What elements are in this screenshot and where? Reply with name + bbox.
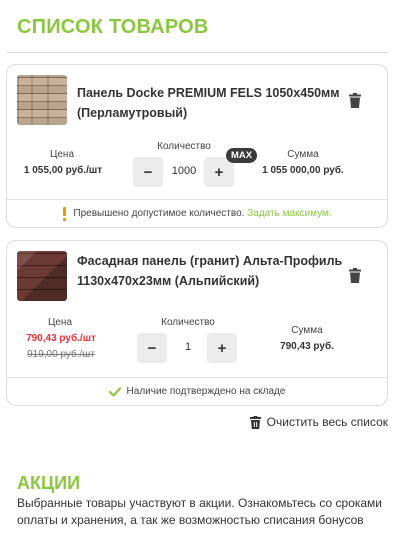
stock-confirmation: Наличие подтверждено на складе <box>7 377 387 405</box>
sum-value: 790,43 руб. <box>280 341 334 352</box>
promo-title: АКЦИИ <box>17 473 81 493</box>
price-label: Цена <box>49 149 75 160</box>
sum-label: Сумма <box>291 325 323 336</box>
trash-icon[interactable] <box>349 268 361 283</box>
sum-value: 1 055 000,00 руб. <box>262 165 344 176</box>
sale-price-value: 790,43 руб./шт <box>26 333 96 344</box>
page-title: СПИСОК ТОВАРОВ <box>17 16 209 38</box>
decrease-quantity-button[interactable]: − <box>137 333 167 363</box>
title-divider <box>6 52 388 53</box>
quantity-warning: Превышено допустимое количество. Задать … <box>7 199 387 227</box>
old-price-value: 919,00 руб./шт <box>27 349 95 360</box>
set-maximum-link[interactable]: Задать максимум. <box>247 208 331 219</box>
trash-icon <box>249 415 261 429</box>
promo-description: Выбранные товары участвуют в акции. Озна… <box>17 496 383 527</box>
cart-item: Фасадная панель (гранит) Альта-Профиль 1… <box>6 240 388 406</box>
stock-text: Наличие подтверждено на складе <box>126 386 286 397</box>
product-title[interactable]: Панель Docke PREMIUM FELS 1050x450мм (Пе… <box>77 83 347 123</box>
price-label: Цена <box>47 317 73 328</box>
quantity-input[interactable]: 1000 <box>164 165 204 177</box>
product-image[interactable] <box>17 75 67 125</box>
warning-text: Превышено допустимое количество. <box>73 208 245 219</box>
decrease-quantity-button[interactable]: − <box>133 157 163 187</box>
sum-label: Сумма <box>287 149 319 160</box>
quantity-label: Количество <box>161 317 215 328</box>
product-title[interactable]: Фасадная панель (гранит) Альта-Профиль 1… <box>77 251 347 291</box>
quantity-input[interactable]: 1 <box>168 341 208 353</box>
clear-list-button[interactable]: Очистить весь список <box>249 415 388 429</box>
product-image[interactable] <box>17 251 67 301</box>
clear-list-label: Очистить весь список <box>266 415 388 429</box>
increase-quantity-button[interactable]: + <box>207 333 237 363</box>
warning-exclamation-icon <box>63 206 67 221</box>
trash-icon[interactable] <box>349 93 361 108</box>
cart-item: Панель Docke PREMIUM FELS 1050x450мм (Пе… <box>6 64 388 228</box>
max-badge[interactable]: MAX <box>226 148 258 163</box>
check-icon <box>108 386 121 397</box>
quantity-label: Количество <box>157 141 211 152</box>
price-value: 1 055,00 руб./шт <box>23 165 103 176</box>
